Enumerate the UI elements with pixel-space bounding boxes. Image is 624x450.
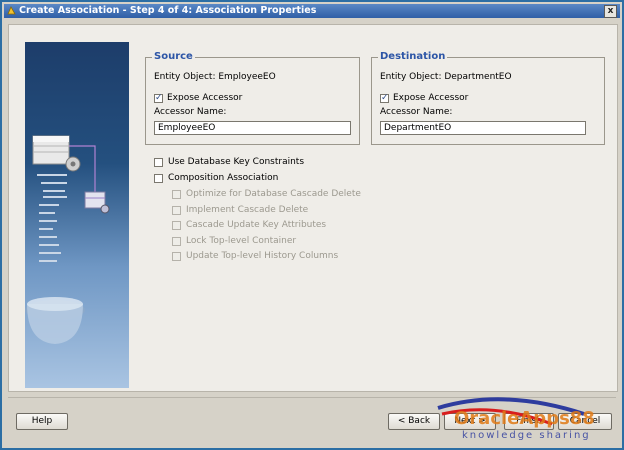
lock-top-level-container-label: Lock Top-level Container <box>186 236 297 246</box>
oracleapps88-watermark-logo: OracleApps88 knowledge sharing <box>437 397 595 441</box>
composition-association-label: Composition Association <box>168 173 279 183</box>
source-expose-accessor-label: Expose Accessor <box>167 93 243 103</box>
watermark-text-line2: knowledge sharing <box>462 430 591 441</box>
optimize-cascade-delete-label: Optimize for Database Cascade Delete <box>186 189 361 199</box>
lock-top-level-container-checkbox[interactable] <box>172 237 181 246</box>
composition-association-checkbox[interactable] <box>154 174 163 183</box>
title-bar[interactable]: Create Association - Step 4 of 4: Associ… <box>4 4 620 18</box>
source-legend: Source <box>152 51 195 62</box>
implement-cascade-delete-checkbox[interactable] <box>172 206 181 215</box>
source-accessor-name-label: Accessor Name: <box>154 107 227 117</box>
wizard-sidebar-illustration <box>25 42 129 388</box>
destination-expose-accessor-checkbox[interactable] <box>380 93 389 103</box>
window-title: Create Association - Step 4 of 4: Associ… <box>19 5 317 16</box>
dialog-window: Create Association - Step 4 of 4: Associ… <box>0 0 624 450</box>
destination-accessor-name-label: Accessor Name: <box>380 107 453 117</box>
update-top-level-history-columns-checkbox[interactable] <box>172 252 181 261</box>
implement-cascade-delete-label: Implement Cascade Delete <box>186 205 309 215</box>
source-group: Source Entity Object: EmployeeEO Expose … <box>145 51 360 145</box>
destination-group: Destination Entity Object: DepartmentEO … <box>371 51 605 145</box>
destination-accessor-name-field[interactable]: DepartmentEO <box>380 121 586 135</box>
cascade-update-key-attributes-label: Cascade Update Key Attributes <box>186 220 327 230</box>
watermark-text-line1: OracleApps88 <box>454 408 595 429</box>
app-icon <box>7 6 16 15</box>
dialog-content: Source Entity Object: EmployeeEO Expose … <box>8 24 618 392</box>
source-entity-object: Entity Object: EmployeeEO <box>154 72 276 82</box>
destination-entity-object: Entity Object: DepartmentEO <box>380 72 512 82</box>
close-button[interactable]: x <box>604 5 617 18</box>
cascade-update-key-attributes-checkbox[interactable] <box>172 221 181 230</box>
source-accessor-name-field[interactable]: EmployeeEO <box>154 121 351 135</box>
destination-legend: Destination <box>378 51 448 62</box>
optimize-cascade-delete-checkbox[interactable] <box>172 190 181 199</box>
use-db-key-constraints-checkbox[interactable] <box>154 158 163 167</box>
help-button[interactable]: Help <box>16 413 68 430</box>
back-button[interactable]: < Back <box>388 413 440 430</box>
update-top-level-history-columns-label: Update Top-level History Columns <box>186 251 339 261</box>
destination-expose-accessor-label: Expose Accessor <box>393 93 469 103</box>
wizard-illustration-graphic <box>25 135 110 344</box>
source-expose-accessor-checkbox[interactable] <box>154 93 163 103</box>
use-db-key-constraints-label: Use Database Key Constraints <box>168 157 305 167</box>
